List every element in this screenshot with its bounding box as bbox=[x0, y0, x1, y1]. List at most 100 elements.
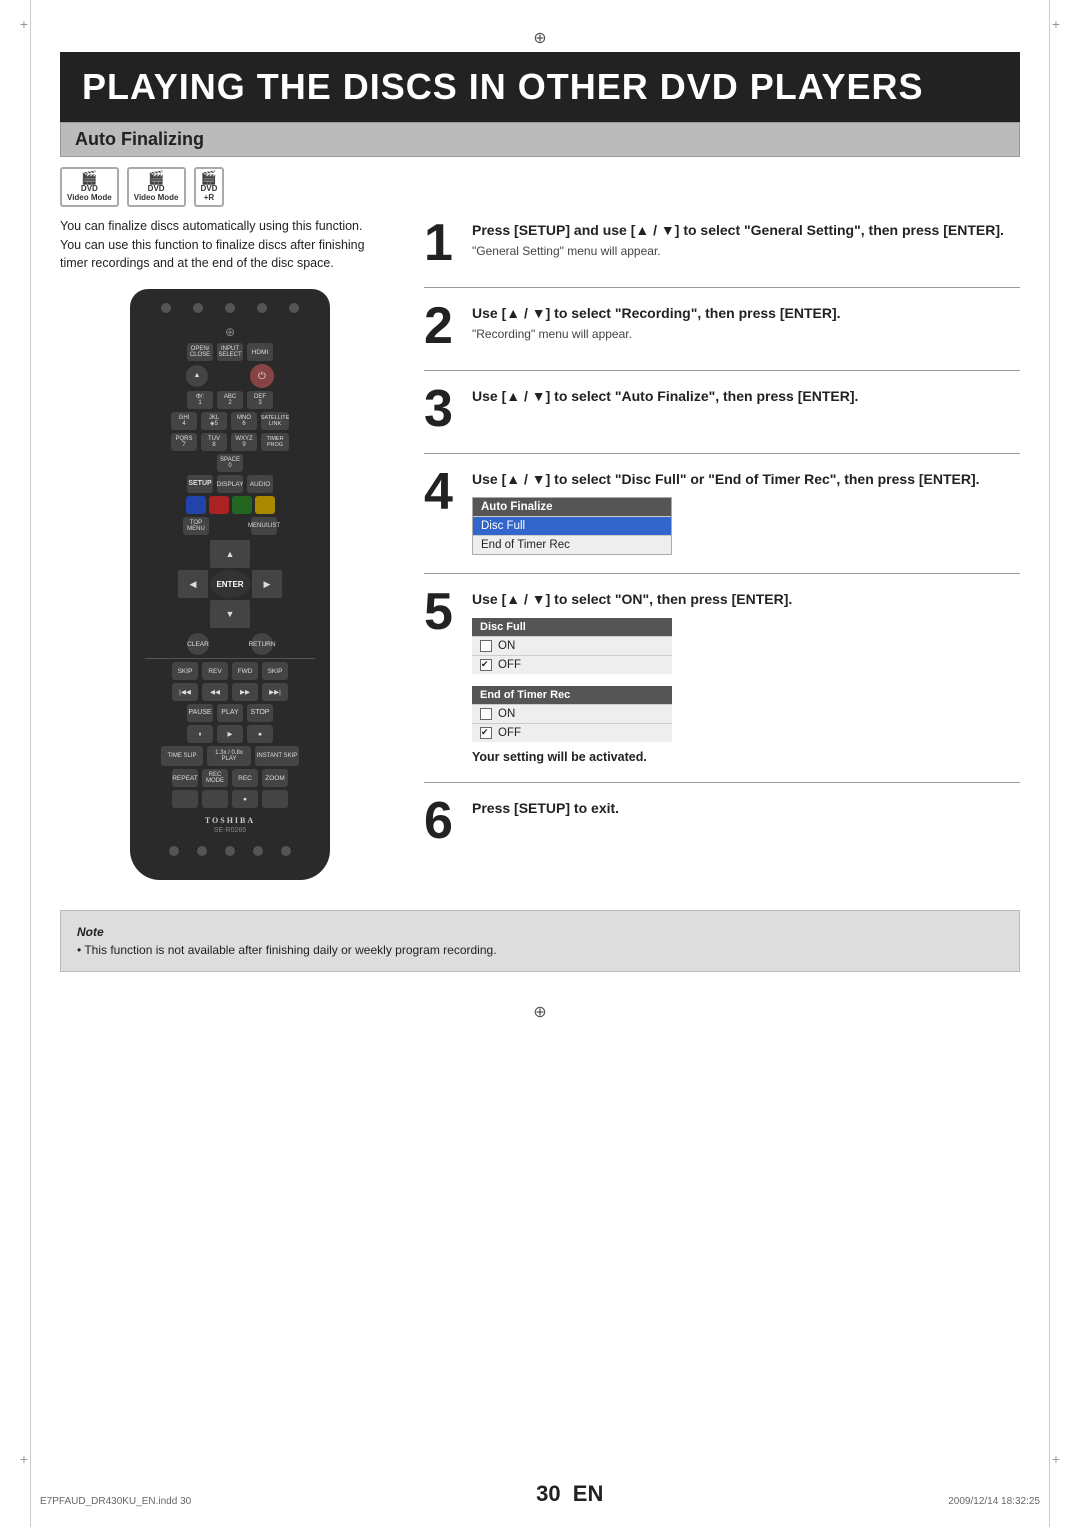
repeat-button[interactable]: REPEAT bbox=[172, 769, 198, 787]
play-button[interactable]: PLAY bbox=[217, 704, 243, 722]
end-timer-off-checkbox[interactable] bbox=[480, 727, 492, 739]
btn-ghi-4[interactable]: GHI4 bbox=[171, 412, 197, 430]
end-timer-on-checkbox[interactable] bbox=[480, 708, 492, 720]
disc-full-off-checkbox[interactable] bbox=[480, 659, 492, 671]
disc-full-onoff: Disc Full ON OFF bbox=[472, 618, 672, 674]
yellow-button[interactable] bbox=[255, 496, 275, 514]
audio-button[interactable]: AUDIO bbox=[247, 475, 273, 493]
step-4-title: Use [▲ / ▼] to select "Disc Full" or "En… bbox=[472, 470, 1020, 490]
skip-back-icon-button[interactable]: |◀◀ bbox=[172, 683, 198, 701]
step-3-block: 3 Use [▲ / ▼] to select "Auto Finalize",… bbox=[424, 383, 1020, 435]
satellite-link-button[interactable]: SATELLITELINK bbox=[261, 412, 289, 430]
remote-row-setup: SETUP DISPLAY AUDIO bbox=[140, 475, 320, 493]
fwd-button[interactable]: FWD bbox=[232, 662, 258, 680]
disc-full-on-row[interactable]: ON bbox=[472, 636, 672, 655]
zoom-icon-button[interactable] bbox=[262, 790, 288, 808]
menu-4-item-discfull[interactable]: Disc Full bbox=[473, 516, 671, 535]
skip-back-button[interactable]: SKIP bbox=[172, 662, 198, 680]
dot-3 bbox=[225, 303, 235, 313]
power-button[interactable]: ⏻ bbox=[250, 364, 274, 388]
step-divider-2 bbox=[424, 370, 1020, 371]
step-6-title: Press [SETUP] to exit. bbox=[472, 799, 1020, 819]
rec-button[interactable]: REC bbox=[232, 769, 258, 787]
end-timer-off-row[interactable]: OFF bbox=[472, 723, 672, 742]
stop-button[interactable]: STOP bbox=[247, 704, 273, 722]
disc-full-off-row[interactable]: OFF bbox=[472, 655, 672, 674]
remote-top-dots bbox=[140, 299, 320, 317]
left-column: You can finalize discs automatically usi… bbox=[60, 217, 400, 880]
time-slip-button[interactable]: TIME SLIP bbox=[161, 746, 203, 766]
blue-button[interactable] bbox=[186, 496, 206, 514]
btn-wxyz-9[interactable]: WXYZ9 bbox=[231, 433, 257, 451]
play-icon-button[interactable]: ▶ bbox=[217, 725, 243, 743]
border-right bbox=[1049, 0, 1050, 1527]
step-5-title: Use [▲ / ▼] to select "ON", then press [… bbox=[472, 590, 1020, 610]
step-2-number: 2 bbox=[424, 300, 460, 352]
eject-button[interactable]: ▲ bbox=[186, 365, 208, 387]
input-select-button[interactable]: INPUTSELECT bbox=[217, 343, 243, 361]
right-column: 1 Press [SETUP] and use [▲ / ▼] to selec… bbox=[424, 217, 1020, 880]
rec-mode-icon-button[interactable] bbox=[202, 790, 228, 808]
menu-4-item-endtimer[interactable]: End of Timer Rec bbox=[473, 535, 671, 554]
return-button[interactable]: RETURN bbox=[251, 633, 273, 655]
zoom-button[interactable]: ZOOM bbox=[262, 769, 288, 787]
btn-space-0[interactable]: SPACE0 bbox=[217, 454, 243, 472]
open-close-button[interactable]: OPEN/CLOSE bbox=[187, 343, 213, 361]
rev-button[interactable]: REV bbox=[202, 662, 228, 680]
btn-pqrs-7[interactable]: PQRS7 bbox=[171, 433, 197, 451]
speed-button[interactable]: 1.3x / 0.8x PLAY bbox=[207, 746, 251, 766]
btn-jkl-5[interactable]: JKL◈5 bbox=[201, 412, 227, 430]
hdmi-button[interactable]: HDMI bbox=[247, 343, 273, 361]
footer-left-text: E7PFAUD_DR430KU_EN.indd 30 bbox=[40, 1496, 191, 1507]
dpad-down-button[interactable]: ▼ bbox=[210, 600, 250, 628]
top-menu-button[interactable]: TOP MENU bbox=[183, 517, 209, 535]
corner-mark-tr: + bbox=[1048, 16, 1064, 32]
clear-button[interactable]: CLEAR bbox=[187, 633, 209, 655]
enter-button[interactable]: ENTER bbox=[210, 570, 250, 598]
remote-row-play: PAUSE PLAY STOP bbox=[140, 704, 320, 722]
instant-skip-button[interactable]: INSTANT SKIP bbox=[255, 746, 299, 766]
green-button[interactable] bbox=[232, 496, 252, 514]
remote-row-123: Φ/:1 ABC2 DEF3 bbox=[140, 391, 320, 409]
end-timer-on-row[interactable]: ON bbox=[472, 704, 672, 723]
rec-mode-button[interactable]: REC MODE bbox=[202, 769, 228, 787]
intro-line2: You can use this function to finalize di… bbox=[60, 238, 365, 252]
remote-row-skip-rev: SKIP REV FWD SKIP bbox=[140, 662, 320, 680]
dpad-left-button[interactable]: ◀ bbox=[178, 570, 208, 598]
red-button[interactable] bbox=[209, 496, 229, 514]
rec-icon-button[interactable]: ● bbox=[232, 790, 258, 808]
pause-icon-button[interactable]: ⏸ bbox=[187, 725, 213, 743]
menu-list-button[interactable]: MENU/LIST bbox=[251, 517, 277, 535]
timer-prog-button[interactable]: TIMERPROG bbox=[261, 433, 289, 451]
disc-full-on-checkbox[interactable] bbox=[480, 640, 492, 652]
btn-def-3[interactable]: DEF3 bbox=[247, 391, 273, 409]
step-4-number: 4 bbox=[424, 466, 460, 518]
setup-button[interactable]: SETUP bbox=[187, 475, 213, 493]
btn-abc-2[interactable]: ABC2 bbox=[217, 391, 243, 409]
dpad-up-button[interactable]: ▲ bbox=[210, 540, 250, 568]
dpad-right-button[interactable]: ▶ bbox=[252, 570, 282, 598]
skip-fwd-icon-button[interactable]: ▶▶| bbox=[262, 683, 288, 701]
btn-mno-6[interactable]: MNO6 bbox=[231, 412, 257, 430]
step-1-number: 1 bbox=[424, 217, 460, 269]
step-3-content: Use [▲ / ▼] to select "Auto Finalize", t… bbox=[472, 383, 1020, 411]
step-1-sub: "General Setting" menu will appear. bbox=[472, 244, 1020, 258]
end-timer-on-label: ON bbox=[498, 708, 515, 720]
step-3-number: 3 bbox=[424, 383, 460, 435]
rew-icon-button[interactable]: ◀◀ bbox=[202, 683, 228, 701]
bottom-dot-1 bbox=[169, 846, 179, 856]
dot-1 bbox=[161, 303, 171, 313]
pause-button[interactable]: PAUSE bbox=[187, 704, 213, 722]
fwd-icon-button[interactable]: ▶▶ bbox=[232, 683, 258, 701]
step-divider-3 bbox=[424, 453, 1020, 454]
page-footer: E7PFAUD_DR430KU_EN.indd 30 30 EN 2009/12… bbox=[40, 1481, 1040, 1507]
reg-mark-top: ⊕ bbox=[60, 20, 1020, 52]
btn-tuv-8[interactable]: TUV8 bbox=[201, 433, 227, 451]
display-button[interactable]: DISPLAY bbox=[217, 475, 243, 493]
btn-slash[interactable]: Φ/:1 bbox=[187, 391, 213, 409]
skip-fwd-button[interactable]: SKIP bbox=[262, 662, 288, 680]
stop-icon-button[interactable]: ⏹ bbox=[247, 725, 273, 743]
step-1-title: Press [SETUP] and use [▲ / ▼] to select … bbox=[472, 221, 1020, 241]
bottom-dot-4 bbox=[253, 846, 263, 856]
repeat-icon-button[interactable] bbox=[172, 790, 198, 808]
